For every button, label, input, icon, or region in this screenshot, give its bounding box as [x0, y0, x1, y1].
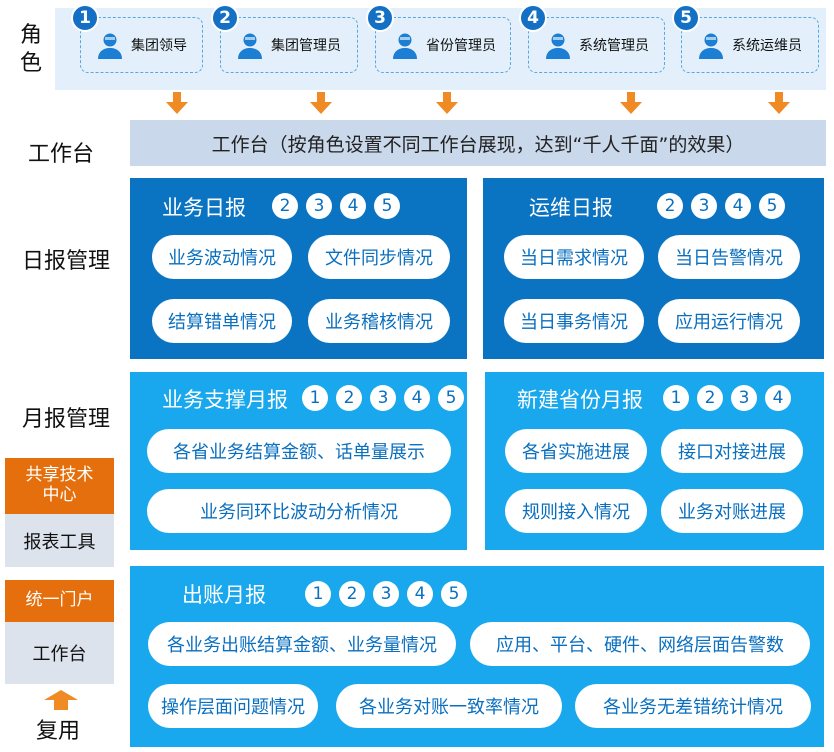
- role-badge: 4: [765, 385, 791, 411]
- panel-support-monthly: 业务支撑月报 1 2 3 4 5 各省业务结算金额、话单量展示 业务同环比波动分…: [130, 372, 467, 550]
- panel-title: 运维日报: [529, 196, 613, 220]
- item-pill: 各省实施进展: [505, 429, 647, 473]
- unified-portal-title: 统一门户: [5, 580, 114, 622]
- role-badges: 1 2 3 4 5: [302, 385, 464, 411]
- item-pill: 业务对账进展: [661, 489, 803, 533]
- role-badge: 1: [305, 581, 331, 607]
- unified-portal-box: 统一门户 工作台: [5, 580, 114, 684]
- shared-tech-center-box: 共享技术中心 报表工具: [5, 458, 114, 567]
- row-label-roles-char-2: 色: [20, 51, 43, 76]
- panel-billing-monthly: 出账月报 1 2 3 4 5 各业务出账结算金额、业务量情况 应用、平台、硬件、…: [130, 566, 824, 747]
- role-label-3: 省份管理员: [426, 38, 496, 54]
- arrow-down-icon: [768, 92, 790, 114]
- shared-tech-center-title: 共享技术中心: [5, 458, 114, 514]
- role-badge: 2: [339, 581, 365, 607]
- item-pill: 操作层面问题情况: [148, 684, 318, 728]
- role-badge: 4: [407, 581, 433, 607]
- user-icon: [699, 33, 723, 59]
- role-badge: 1: [663, 385, 689, 411]
- role-label-1: 集团领导: [131, 38, 187, 54]
- role-label-5: 系统运维员: [732, 38, 802, 54]
- role-badge: 3: [731, 385, 757, 411]
- item-pill: 业务波动情况: [152, 235, 292, 279]
- role-badge: 5: [759, 193, 785, 219]
- row-label-roles-char-1: 角: [20, 23, 43, 48]
- arrow-down-icon: [436, 92, 458, 114]
- item-pill: 业务同环比波动分析情况: [147, 489, 451, 533]
- row-label-monthly: 月报管理: [22, 407, 111, 432]
- item-pill: 各业务无差错统计情况: [575, 684, 811, 728]
- reuse-label: 复用: [36, 719, 81, 744]
- item-pill: 当日事务情况: [504, 299, 644, 343]
- user-icon: [393, 33, 417, 59]
- role-card-4: 4 系统管理员: [519, 4, 665, 73]
- arrow-down-icon: [310, 92, 332, 114]
- item-pill: 接口对接进展: [661, 429, 803, 473]
- role-badge: 4: [340, 193, 366, 219]
- role-badge: 3: [373, 581, 399, 607]
- role-badge: 2: [272, 193, 298, 219]
- role-number-5: 5: [672, 4, 700, 32]
- role-badge: 3: [691, 193, 717, 219]
- panel-title: 业务支撑月报: [162, 388, 288, 412]
- role-badges: 2 3 4 5: [272, 193, 400, 219]
- role-label-2: 集团管理员: [271, 38, 341, 54]
- role-number-3: 3: [366, 4, 394, 32]
- role-badge: 4: [725, 193, 751, 219]
- item-pill: 文件同步情况: [308, 235, 450, 279]
- item-pill: 规则接入情况: [505, 489, 647, 533]
- role-badges: 2 3 4 5: [657, 193, 785, 219]
- role-number-4: 4: [519, 4, 547, 32]
- row-label-roles: 角 色: [20, 22, 42, 78]
- row-label-daily: 日报管理: [22, 249, 111, 274]
- item-pill: 当日告警情况: [658, 235, 800, 279]
- arrow-down-icon: [620, 92, 642, 114]
- user-icon: [546, 33, 570, 59]
- item-pill: 各省业务结算金额、话单量展示: [147, 429, 451, 473]
- item-pill: 各业务对账一致率情况: [336, 684, 562, 728]
- arrow-down-icon: [166, 92, 188, 114]
- user-icon: [98, 33, 122, 59]
- role-badge: 2: [336, 385, 362, 411]
- user-icon: [238, 33, 262, 59]
- role-card-3: 3 省份管理员: [366, 4, 511, 73]
- item-pill: 应用运行情况: [658, 299, 800, 343]
- role-badges: 1 2 3 4 5: [305, 581, 467, 607]
- panel-ops-daily: 运维日报 2 3 4 5 当日需求情况 当日告警情况 当日事务情况 应用运行情况: [483, 178, 824, 359]
- item-pill: 当日需求情况: [504, 235, 644, 279]
- role-badges: 1 2 3 4: [663, 385, 791, 411]
- report-tool-label: 报表工具: [5, 514, 114, 567]
- role-badge: 2: [657, 193, 683, 219]
- role-badge: 3: [306, 193, 332, 219]
- portal-workbench-label: 工作台: [5, 622, 114, 684]
- role-number-1: 1: [71, 4, 99, 32]
- arrow-up-icon: [44, 690, 78, 710]
- role-card-5: 5 系统运维员: [672, 4, 819, 73]
- role-badge: 1: [302, 385, 328, 411]
- role-card-2: 2 集团管理员: [211, 4, 358, 73]
- item-pill: 各业务出账结算金额、业务量情况: [148, 622, 456, 666]
- role-card-1: 1 集团领导: [71, 4, 203, 73]
- panel-title: 新建省份月报: [517, 388, 643, 412]
- item-pill: 应用、平台、硬件、网络层面告警数: [470, 622, 810, 666]
- role-badge: 3: [370, 385, 396, 411]
- panel-province-monthly: 新建省份月报 1 2 3 4 各省实施进展 接口对接进展 规则接入情况 业务对账…: [485, 372, 824, 550]
- panel-title: 出账月报: [182, 583, 266, 607]
- role-badge: 4: [404, 385, 430, 411]
- role-badge: 2: [697, 385, 723, 411]
- role-badge: 5: [438, 385, 464, 411]
- role-label-4: 系统管理员: [579, 38, 649, 54]
- role-badge: 5: [441, 581, 467, 607]
- item-pill: 结算错单情况: [152, 299, 292, 343]
- panel-title: 业务日报: [162, 196, 246, 220]
- panel-business-daily: 业务日报 2 3 4 5 业务波动情况 文件同步情况 结算错单情况 业务稽核情况: [130, 178, 467, 359]
- workbench-bar: 工作台（按角色设置不同工作台展现，达到“千人千面”的效果）: [130, 120, 826, 166]
- role-badge: 5: [374, 193, 400, 219]
- role-number-2: 2: [211, 4, 239, 32]
- row-label-workbench: 工作台: [28, 142, 95, 167]
- item-pill: 业务稽核情况: [308, 299, 450, 343]
